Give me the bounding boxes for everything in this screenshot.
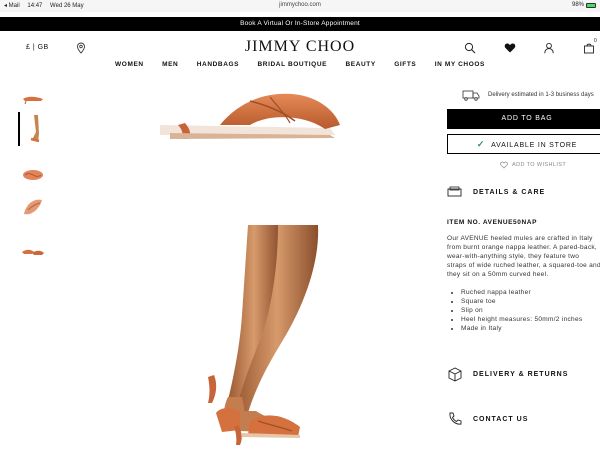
product-image-side[interactable] (130, 85, 400, 155)
url-display[interactable]: jimmychoo.com (0, 2, 600, 8)
add-to-bag-button[interactable]: ADD TO BAG (447, 109, 600, 129)
appointment-banner[interactable]: Book A Virtual Or In-Store Appointment (0, 17, 600, 31)
feature-item: Made in Italy (461, 324, 582, 333)
add-to-wishlist-link[interactable]: ADD TO WISHLIST (500, 161, 566, 169)
check-icon: ✓ (476, 139, 486, 149)
feature-item: Slip on (461, 306, 582, 315)
feature-item: Square toe (461, 297, 582, 306)
thumbnail-front-view[interactable] (18, 158, 48, 192)
heart-outline-icon (500, 161, 508, 169)
delivery-estimate: Delivery estimated in 1-3 business days (462, 89, 594, 101)
description-line: wear-with-anything style, they feature t… (447, 253, 580, 260)
thumbnail-pair-view[interactable] (18, 236, 48, 270)
nav-women[interactable]: WOMEN (115, 61, 144, 68)
product-image-on-foot[interactable] (130, 225, 400, 450)
details-care-label: DETAILS & CARE (473, 188, 546, 196)
feature-item: Ruched nappa leather (461, 288, 582, 297)
nav-bridal-boutique[interactable]: BRIDAL BOUTIQUE (258, 61, 328, 68)
thumbnail-top-view[interactable] (18, 190, 48, 224)
phone-icon (449, 412, 462, 425)
available-in-store-button[interactable]: ✓ AVAILABLE IN STORE (447, 134, 600, 154)
product-features: Ruched nappa leather Square toe Slip on … (461, 288, 582, 333)
wishlist-heart-icon[interactable] (504, 42, 516, 54)
description-line: Our AVENUE heeled mules are crafted in I… (447, 235, 593, 242)
description-line: from burnt orange nappa leather. A pared… (447, 244, 598, 251)
add-to-wishlist-label: ADD TO WISHLIST (512, 162, 567, 168)
nav-in-my-choos[interactable]: IN MY CHOOS (435, 61, 485, 68)
bag-count: 0 (594, 38, 597, 44)
available-in-store-label: AVAILABLE IN STORE (491, 142, 578, 149)
delivery-truck-icon (462, 90, 480, 101)
delivery-returns-label: DELIVERY & RETURNS (473, 370, 569, 378)
account-icon[interactable] (543, 42, 555, 54)
details-card-icon (447, 186, 462, 197)
nav-men[interactable]: MEN (162, 61, 178, 68)
battery-icon (586, 2, 596, 8)
battery-percent: 98% (571, 2, 584, 8)
site-header: £ | GB JIMMY CHOO 0 WOMEN MEN HANDBAGS B… (0, 31, 600, 75)
search-icon[interactable] (464, 42, 476, 54)
delivery-text: Delivery estimated in 1-3 business days (488, 92, 594, 98)
details-care-section[interactable]: DETAILS & CARE (447, 186, 545, 198)
thumbnail-side-view[interactable] (18, 82, 48, 116)
product-description: Our AVENUE heeled mules are crafted in I… (447, 234, 600, 279)
status-bar: ◂ Mail 14:47 Wed 26 May jimmychoo.com 98… (0, 0, 600, 12)
description-line: straps of wide ruched leather, a squared… (447, 262, 600, 269)
delivery-returns-section[interactable]: DELIVERY & RETURNS (447, 366, 568, 382)
box-icon (448, 367, 462, 382)
contact-us-section[interactable]: CONTACT US (447, 411, 528, 427)
feature-item: Heel height measures: 50mm/2 inches (461, 315, 582, 324)
thumbnail-on-foot[interactable] (18, 112, 48, 146)
nav-handbags[interactable]: HANDBAGS (197, 61, 239, 68)
nav-beauty[interactable]: BEAUTY (345, 61, 375, 68)
main-nav: WOMEN MEN HANDBAGS BRIDAL BOUTIQUE BEAUT… (0, 61, 600, 68)
item-number: ITEM NO. AVENUE50NAP (447, 219, 538, 226)
description-line: they sit on a 50mm curved heel. (447, 271, 549, 278)
nav-gifts[interactable]: GIFTS (394, 61, 416, 68)
contact-us-label: CONTACT US (473, 415, 529, 423)
